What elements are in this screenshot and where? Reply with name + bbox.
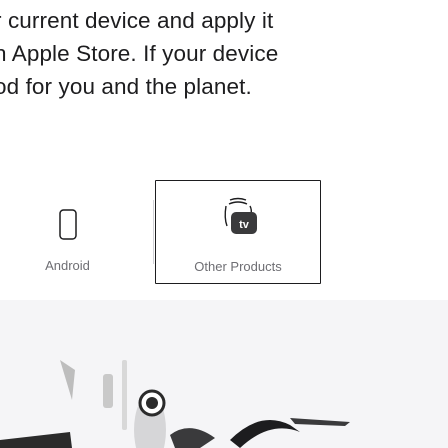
device-lineup-illustration bbox=[0, 360, 350, 448]
android-phone-icon bbox=[58, 209, 77, 240]
device-lineup-image bbox=[0, 300, 448, 448]
device-category-picker: Android tv Other Products bbox=[0, 180, 448, 284]
tile-divider bbox=[153, 200, 154, 264]
trade-in-intro-text: r current device and apply it n Apple St… bbox=[0, 4, 448, 103]
watch-appletv-icon: tv bbox=[218, 196, 258, 246]
intro-line-3: od for you and the planet. bbox=[0, 74, 252, 99]
tile-other-products[interactable]: tv Other Products bbox=[155, 180, 321, 284]
tile-other-products-label: Other Products bbox=[194, 259, 282, 274]
intro-line-2: n Apple Store. If your device bbox=[0, 41, 279, 66]
tile-android-label: Android bbox=[45, 258, 90, 273]
tile-android[interactable]: Android bbox=[0, 180, 155, 284]
svg-text:tv: tv bbox=[239, 219, 250, 231]
intro-line-1: r current device and apply it bbox=[0, 8, 274, 33]
